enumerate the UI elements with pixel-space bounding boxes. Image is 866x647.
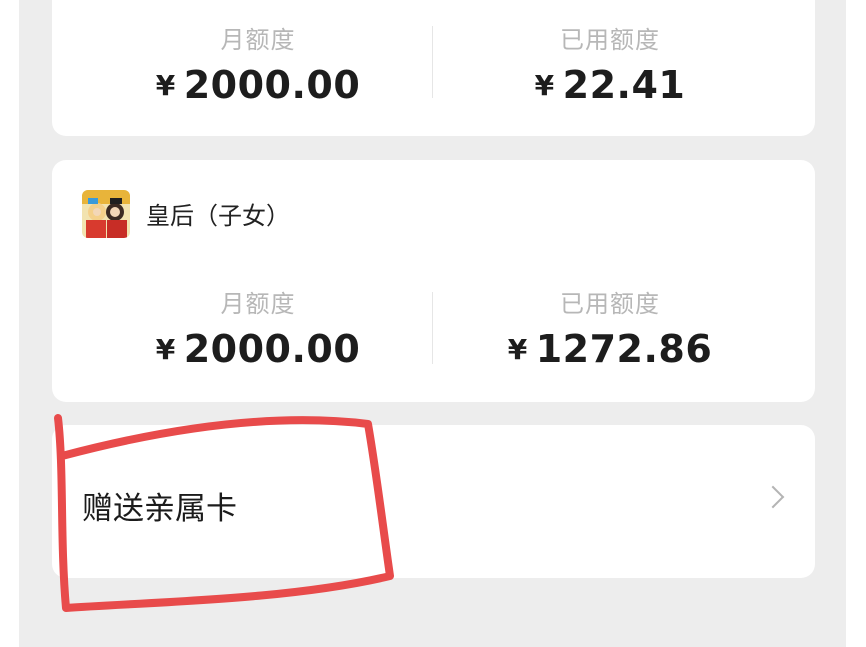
monthly-quota: 月额度 ¥2000.00	[128, 284, 388, 371]
chevron-right-icon	[761, 485, 785, 509]
currency-symbol: ¥	[534, 69, 555, 102]
member-name: 皇后（子女）	[146, 202, 290, 230]
monthly-quota-value: ¥2000.00	[128, 327, 388, 371]
used-quota-amount: 22.41	[562, 63, 686, 107]
column-divider	[432, 292, 433, 364]
family-card-1: 月额度 ¥2000.00 已用额度 ¥22.41	[52, 0, 815, 136]
used-quota: 已用额度 ¥1272.86	[480, 284, 740, 371]
family-card-2[interactable]: 皇后（子女） 月额度 ¥2000.00 已用额度 ¥1272.86	[52, 160, 815, 402]
monthly-quota-value: ¥2000.00	[128, 63, 388, 107]
member-avatar	[82, 190, 130, 238]
used-quota-amount: 1272.86	[535, 327, 713, 371]
currency-symbol: ¥	[155, 69, 176, 102]
monthly-quota-amount: 2000.00	[183, 63, 361, 107]
used-quota: 已用额度 ¥22.41	[480, 20, 740, 107]
currency-symbol: ¥	[155, 333, 176, 366]
monthly-quota-amount: 2000.00	[183, 327, 361, 371]
used-quota-value: ¥1272.86	[480, 327, 740, 371]
column-divider	[432, 26, 433, 98]
used-quota-label: 已用额度	[560, 26, 660, 54]
used-quota-value: ¥22.41	[480, 63, 740, 107]
used-quota-label: 已用额度	[560, 290, 660, 318]
monthly-quota: 月额度 ¥2000.00	[128, 20, 388, 107]
red-highlight-annotation	[54, 414, 394, 612]
monthly-quota-label: 月额度	[220, 26, 296, 54]
currency-symbol: ¥	[507, 333, 528, 366]
monthly-quota-label: 月额度	[220, 290, 296, 318]
